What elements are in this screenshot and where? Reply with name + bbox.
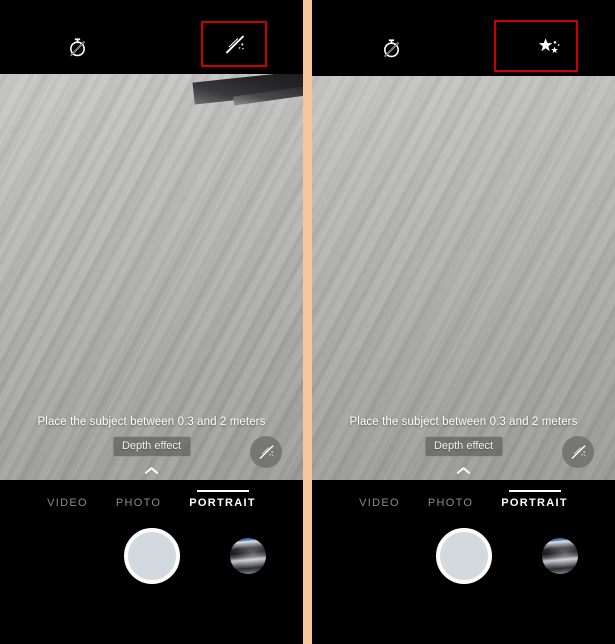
tab-portrait-label: PORTRAIT [501,497,568,509]
camera-bottom-bar-left: VIDEO PHOTO PORTRAIT [0,480,303,644]
camera-bottom-bar-right: VIDEO PHOTO PORTRAIT [312,480,615,644]
depth-effect-badge[interactable]: Depth effect [423,436,504,457]
camera-top-toolbar-right [312,0,615,76]
depth-effect-badge[interactable]: Depth effect [111,436,192,457]
subject-distance-hint: Place the subject between 0.3 and 2 mete… [37,416,266,428]
timer-off-icon[interactable] [62,32,92,62]
tab-portrait-label: PORTRAIT [189,497,256,509]
camera-comparison-screenshot: Place the subject between 0.3 and 2 mete… [0,0,615,644]
tab-portrait[interactable]: PORTRAIT [175,490,270,509]
gallery-thumbnail[interactable] [542,538,578,574]
shutter-button[interactable] [123,528,180,584]
gallery-thumbnail-image [542,538,578,574]
tab-video[interactable]: VIDEO [33,497,102,509]
camera-viewfinder-left[interactable]: Place the subject between 0.3 and 2 mete… [0,74,303,480]
tab-photo[interactable]: PHOTO [414,497,487,509]
active-mode-indicator [196,490,249,492]
tab-photo[interactable]: PHOTO [102,497,175,509]
camera-mode-tabs-left: VIDEO PHOTO PORTRAIT [0,486,303,520]
camera-top-toolbar-left [0,0,303,74]
gallery-thumbnail-image [230,538,266,574]
camera-mode-tabs-right: VIDEO PHOTO PORTRAIT [312,486,615,520]
timer-off-icon[interactable] [376,33,406,63]
camera-screen-right: Place the subject between 0.3 and 2 mete… [312,0,615,644]
tab-video[interactable]: VIDEO [345,497,414,509]
sparkle-stars-icon[interactable] [534,30,566,62]
active-mode-indicator [508,490,561,492]
subject-distance-hint: Place the subject between 0.3 and 2 mete… [349,416,578,428]
gallery-thumbnail[interactable] [230,538,266,574]
tab-portrait[interactable]: PORTRAIT [487,490,582,509]
chevron-up-icon[interactable] [144,464,160,476]
camera-screen-left: Place the subject between 0.3 and 2 mete… [0,0,303,644]
camera-viewfinder-right[interactable]: Place the subject between 0.3 and 2 mete… [312,76,615,480]
comparison-divider [303,0,312,644]
shutter-button[interactable] [435,528,492,584]
viewfinder-magic-wand-off-icon[interactable] [562,436,594,468]
chevron-up-icon[interactable] [456,464,472,476]
magic-wand-off-icon[interactable] [219,29,251,61]
viewfinder-magic-wand-off-icon[interactable] [250,436,282,468]
